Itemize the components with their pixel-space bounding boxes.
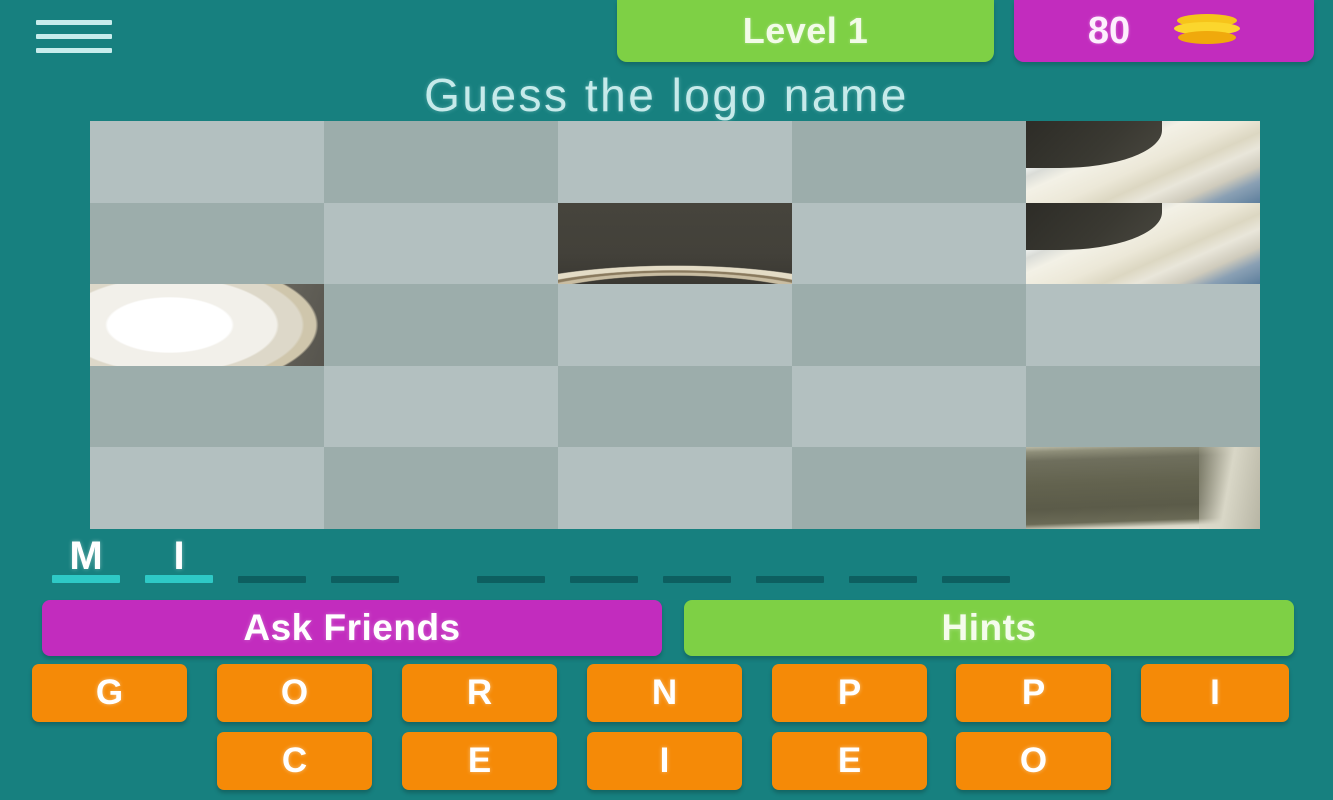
letter-tile[interactable]: N	[587, 664, 742, 722]
puzzle-cell-revealed	[1026, 447, 1260, 529]
answer-slot-empty[interactable]	[843, 531, 923, 583]
level-label: Level 1	[742, 10, 869, 51]
puzzle-photo-fragment	[90, 284, 324, 366]
answer-slot-underline	[942, 576, 1010, 583]
answer-slot-underline	[570, 576, 638, 583]
letter-tile[interactable]: G	[32, 664, 187, 722]
puzzle-cell-revealed	[558, 202, 792, 285]
letter-tile[interactable]: I	[1141, 664, 1289, 722]
coin-bottom	[1178, 31, 1237, 44]
puzzle-photo-fragment	[558, 202, 792, 285]
letter-tile[interactable]: E	[772, 732, 927, 790]
puzzle-cell-hidden	[90, 202, 324, 285]
game-screen: Level 1 80 Guess the logo name MI Ask Fr…	[0, 0, 1333, 800]
answer-slot-letter: I	[173, 534, 185, 578]
letter-tile[interactable]: P	[772, 664, 927, 722]
answer-slot-filled[interactable]: M	[46, 531, 126, 583]
puzzle-cell-hidden	[90, 447, 324, 529]
answer-slot-underline	[849, 576, 917, 583]
answer-slot-underline	[663, 576, 731, 583]
puzzle-cell-hidden	[324, 447, 558, 529]
answer-slot-empty[interactable]	[564, 531, 644, 583]
letter-tile[interactable]: I	[587, 732, 742, 790]
puzzle-photo-fragment	[1026, 202, 1260, 285]
answer-slot-row: MI	[46, 531, 1296, 583]
puzzle-cell-hidden	[792, 202, 1026, 285]
answer-slot-letter: M	[69, 534, 103, 578]
answer-slot-underline	[331, 576, 399, 583]
answer-slot-underline	[145, 575, 213, 583]
puzzle-cell-hidden	[558, 284, 792, 366]
puzzle-cell-hidden	[90, 121, 324, 203]
answer-slot-underline	[477, 576, 545, 583]
puzzle-cell-hidden	[558, 365, 792, 448]
puzzle-cell-hidden	[1026, 284, 1260, 366]
letter-tile[interactable]: O	[956, 732, 1111, 790]
puzzle-photo-fragment	[1026, 447, 1260, 529]
answer-slot-empty[interactable]	[471, 531, 551, 583]
hints-button[interactable]: Hints	[684, 600, 1294, 656]
page-title: Guess the logo name	[424, 69, 909, 121]
answer-slot-underline	[52, 575, 120, 583]
answer-slot-empty[interactable]	[936, 531, 1016, 583]
puzzle-cell-hidden	[792, 447, 1026, 529]
puzzle-cell-hidden	[90, 365, 324, 448]
coins-badge[interactable]: 80	[1014, 0, 1314, 62]
puzzle-cell-revealed	[1026, 121, 1260, 203]
puzzle-cell-hidden	[792, 121, 1026, 203]
puzzle-cell-hidden	[1026, 365, 1260, 448]
answer-slot-empty[interactable]	[657, 531, 737, 583]
puzzle-cell-hidden	[324, 121, 558, 203]
puzzle-cell-hidden	[792, 365, 1026, 448]
menu-bar-3	[36, 47, 112, 53]
puzzle-cell-hidden	[324, 284, 558, 366]
letter-tile[interactable]: E	[402, 732, 557, 790]
coins-count: 80	[1087, 9, 1131, 52]
letter-tile[interactable]: C	[217, 732, 372, 790]
hamburger-menu-icon[interactable]	[36, 16, 112, 56]
puzzle-image-grid	[90, 121, 1260, 529]
letter-tile[interactable]: O	[217, 664, 372, 722]
puzzle-cell-hidden	[558, 447, 792, 529]
puzzle-cell-hidden	[558, 121, 792, 203]
puzzle-photo-fragment	[1026, 121, 1260, 203]
ask-friends-button[interactable]: Ask Friends	[42, 600, 662, 656]
header-bar: Level 1 80	[0, 0, 1333, 68]
action-button-row: Ask Friends Hints	[0, 600, 1333, 658]
answer-slot-filled[interactable]: I	[139, 531, 219, 583]
puzzle-cell-hidden	[792, 284, 1026, 366]
puzzle-cell-revealed	[1026, 202, 1260, 285]
puzzle-cell-hidden	[324, 365, 558, 448]
answer-slot-empty[interactable]	[325, 531, 405, 583]
letter-tile[interactable]: R	[402, 664, 557, 722]
menu-bar-2	[36, 33, 112, 39]
level-badge[interactable]: Level 1	[617, 0, 994, 62]
puzzle-cell-revealed	[90, 284, 324, 366]
answer-slot-underline	[238, 576, 306, 583]
answer-slot-empty[interactable]	[750, 531, 830, 583]
menu-bar-1	[36, 19, 112, 25]
answer-slot-empty[interactable]	[232, 531, 312, 583]
answer-slot-underline	[756, 576, 824, 583]
puzzle-cell-hidden	[324, 202, 558, 285]
letter-tile[interactable]: P	[956, 664, 1111, 722]
coin-stack-icon	[1174, 14, 1241, 48]
